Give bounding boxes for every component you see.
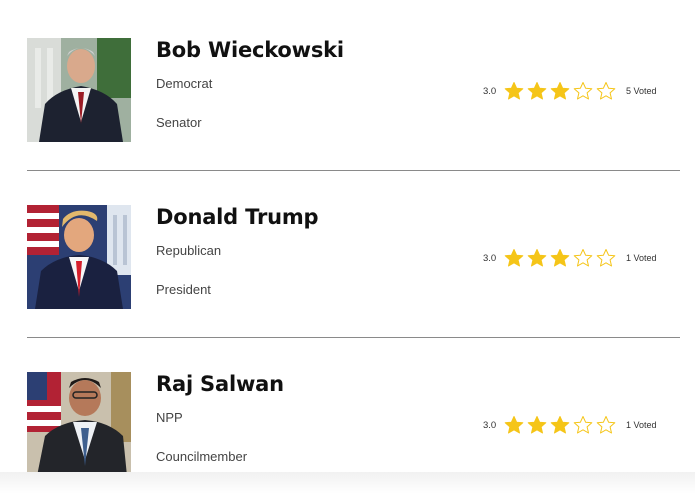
star-filled-icon[interactable] [550,81,570,101]
candidate-office: Councilmember [156,449,248,464]
star-outline-icon[interactable] [573,81,593,101]
candidate-name[interactable]: Raj Salwan [156,372,284,396]
star-filled-icon[interactable] [550,248,570,268]
rating-widget: 3.0 1 Voted [483,247,657,269]
star-outline-icon[interactable] [596,248,616,268]
star-rating[interactable] [504,248,616,268]
candidate-name[interactable]: Donald Trump [156,205,319,229]
candidate-photo[interactable] [27,372,131,476]
star-filled-icon[interactable] [504,248,524,268]
star-outline-icon[interactable] [596,415,616,435]
star-filled-icon[interactable] [504,81,524,101]
star-rating[interactable] [504,415,616,435]
star-filled-icon[interactable] [527,81,547,101]
candidate-card[interactable]: Raj Salwan NPP Councilmember 3.0 1 Voted [0,372,695,482]
divider [27,170,680,171]
candidate-office: President [156,282,211,297]
rating-widget: 3.0 5 Voted [483,80,657,102]
candidate-name[interactable]: Bob Wieckowski [156,38,344,62]
star-filled-icon[interactable] [527,415,547,435]
star-filled-icon[interactable] [550,415,570,435]
star-filled-icon[interactable] [527,248,547,268]
star-outline-icon[interactable] [573,248,593,268]
vote-count: 5 Voted [626,86,657,96]
rating-widget: 3.0 1 Voted [483,414,657,436]
candidate-photo[interactable] [27,38,131,142]
candidate-card[interactable]: Bob Wieckowski Democrat Senator 3.0 5 Vo… [0,38,695,148]
candidate-party: NPP [156,410,183,425]
star-rating[interactable] [504,81,616,101]
candidate-office: Senator [156,115,202,130]
star-outline-icon[interactable] [596,81,616,101]
candidate-photo[interactable] [27,205,131,309]
star-filled-icon[interactable] [504,415,524,435]
divider [27,337,680,338]
rating-score: 3.0 [483,419,497,431]
candidate-card[interactable]: Donald Trump Republican President 3.0 1 … [0,205,695,315]
vote-count: 1 Voted [626,253,657,263]
star-outline-icon[interactable] [573,415,593,435]
bottom-shadow-bar [0,472,695,494]
rating-score: 3.0 [483,252,497,264]
rating-score: 3.0 [483,85,497,97]
candidate-party: Republican [156,243,222,258]
candidate-party: Democrat [156,76,213,91]
vote-count: 1 Voted [626,420,657,430]
